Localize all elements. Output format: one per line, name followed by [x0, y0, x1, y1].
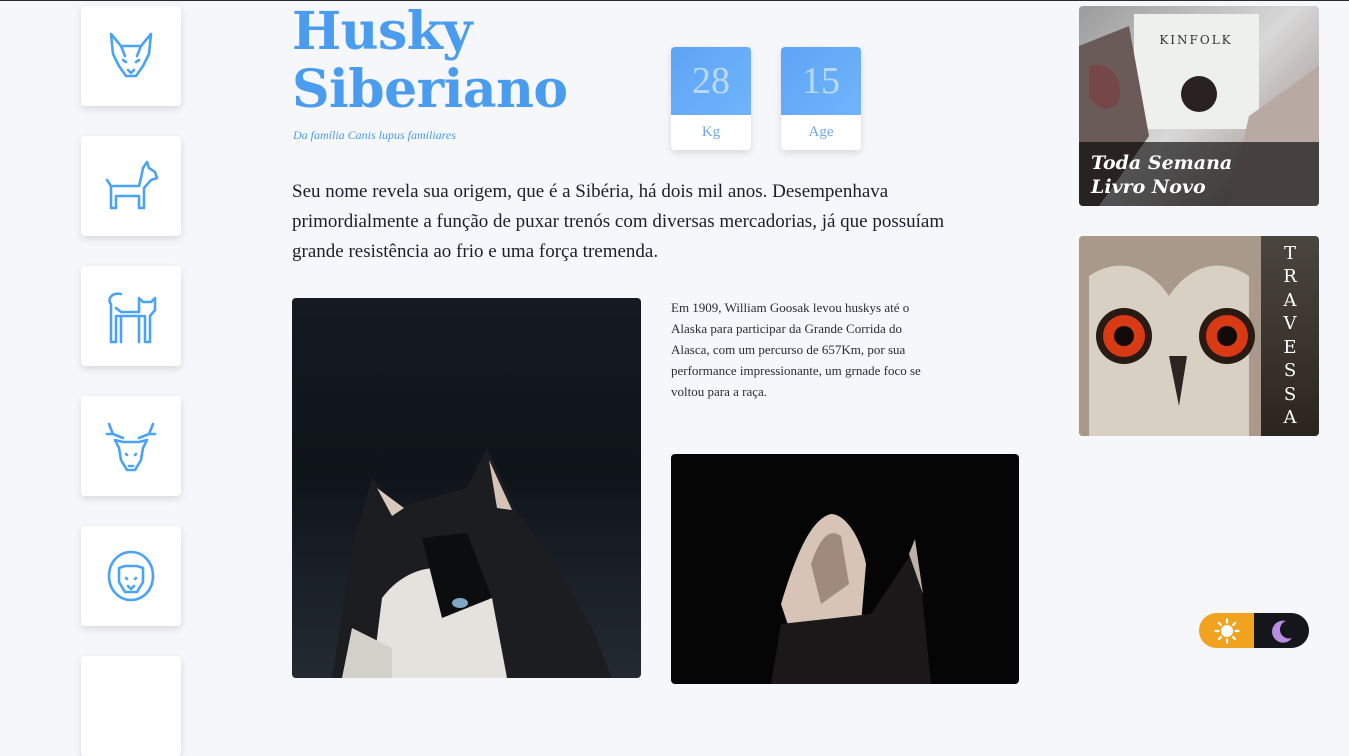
intro-paragraph: Seu nome revela sua origem, que é a Sibé…	[292, 181, 945, 262]
stat-weight-label: Kg	[701, 124, 721, 140]
husky-photo	[292, 298, 641, 678]
nav-item-more[interactable]	[81, 656, 181, 756]
letter: S	[1283, 360, 1297, 382]
nav-item-dog[interactable]	[81, 136, 181, 236]
letter: T	[1283, 242, 1296, 264]
page-title: Husky Siberiano	[292, 3, 568, 119]
wolf-icon	[109, 32, 153, 78]
letter: A	[1283, 289, 1297, 311]
stat-weight: 28 Kg	[671, 47, 751, 150]
ad-kinfolk[interactable]: KINFOLK Toda Semana Livro Novo	[1079, 6, 1319, 206]
title-line-2: Siberiano	[292, 59, 568, 120]
nav-item-deer[interactable]	[81, 396, 181, 496]
husky-ear-illustration	[771, 514, 931, 684]
cat-icon	[108, 292, 157, 344]
ad-kinfolk-line-2: Livro Novo	[1091, 176, 1206, 198]
dark-mode-button[interactable]	[1254, 613, 1309, 648]
letter: S	[1283, 383, 1297, 405]
deer-icon	[105, 422, 157, 472]
light-mode-button[interactable]	[1199, 613, 1254, 648]
sun-icon	[1213, 617, 1240, 644]
dog-icon	[105, 160, 159, 210]
title-line-1: Husky	[292, 1, 472, 62]
stat-age-value: 15	[781, 47, 861, 115]
ad-travessa[interactable]: T R A V E S S A	[1079, 236, 1319, 436]
history-paragraph: Em 1909, William Goosak levou huskys até…	[671, 300, 921, 399]
magazine-title: KINFOLK	[1159, 33, 1232, 47]
husky-photo-2	[671, 454, 1019, 684]
letter: E	[1283, 336, 1297, 358]
letter: R	[1283, 266, 1297, 288]
theme-toggle[interactable]	[1199, 613, 1309, 648]
stat-weight-value: 28	[671, 47, 751, 115]
stat-age-label: Age	[808, 124, 834, 140]
husky-illustration	[332, 448, 612, 678]
nav-item-wolf[interactable]	[81, 6, 181, 106]
nav-item-cat[interactable]	[81, 266, 181, 366]
page-subtitle: Da família Canis lupus familiares	[293, 128, 456, 142]
letter: V	[1283, 313, 1297, 335]
ad-kinfolk-caption: Toda Semana Livro Novo	[1079, 142, 1319, 206]
ad-kinfolk-line-1: Toda Semana	[1091, 152, 1233, 174]
lion-icon	[107, 550, 155, 602]
ad-travessa-letters: T R A V E S S A	[1261, 236, 1319, 436]
nav-item-lion[interactable]	[81, 526, 181, 626]
letter: A	[1283, 407, 1297, 429]
stat-age: 15 Age	[781, 47, 861, 150]
moon-icon	[1271, 620, 1292, 643]
